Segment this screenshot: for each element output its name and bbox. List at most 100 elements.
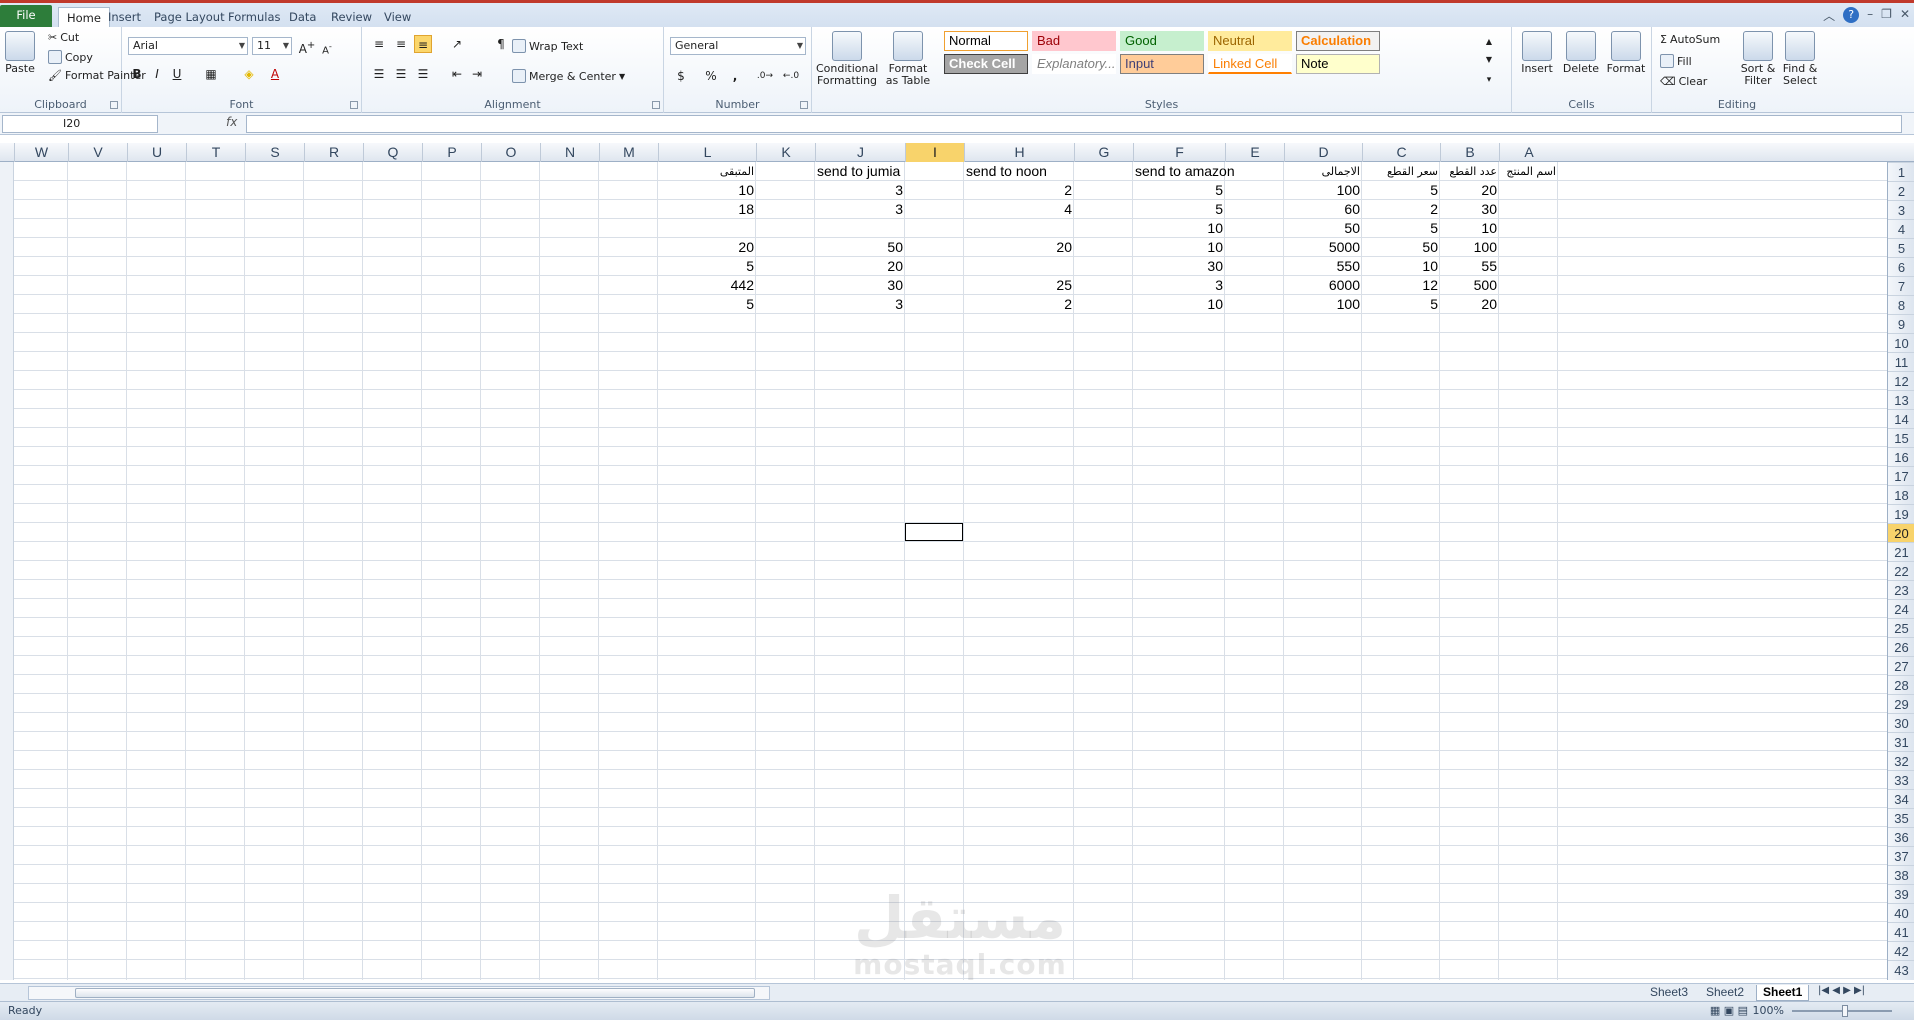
zoom-slider-thumb[interactable] bbox=[1842, 1005, 1848, 1017]
gallery-up-icon[interactable]: ▲ bbox=[1480, 33, 1498, 51]
column-header-r[interactable]: R bbox=[304, 143, 363, 162]
column-header-o[interactable]: O bbox=[481, 143, 540, 162]
row-header-29[interactable]: 29 bbox=[1888, 694, 1914, 713]
italic-button[interactable]: I bbox=[148, 65, 166, 83]
column-header-m[interactable]: M bbox=[599, 143, 658, 162]
cell-d8[interactable]: 100 bbox=[1284, 295, 1362, 314]
view-buttons[interactable]: ▦ ▣ ▤ bbox=[1710, 1004, 1748, 1017]
cell-h3[interactable]: 4 bbox=[964, 200, 1074, 219]
row-header-28[interactable]: 28 bbox=[1888, 675, 1914, 694]
cell-f6[interactable]: 30 bbox=[1133, 257, 1225, 276]
cell-f5[interactable]: 10 bbox=[1133, 238, 1225, 257]
row-header-12[interactable]: 12 bbox=[1888, 371, 1914, 390]
cell-b4[interactable]: 10 bbox=[1440, 219, 1499, 238]
column-header-l[interactable]: L bbox=[658, 143, 756, 162]
cell-l3[interactable]: 18 bbox=[658, 200, 756, 219]
cell-h7[interactable]: 25 bbox=[964, 276, 1074, 295]
row-header-11[interactable]: 11 bbox=[1888, 352, 1914, 371]
align-top-icon[interactable]: ≡ bbox=[370, 35, 388, 53]
tab-data[interactable]: Data bbox=[281, 7, 324, 29]
cell-style-linked-cell[interactable]: Linked Cell bbox=[1208, 54, 1292, 74]
row-header-33[interactable]: 33 bbox=[1888, 770, 1914, 789]
cell-b7[interactable]: 500 bbox=[1440, 276, 1499, 295]
gallery-more-icon[interactable]: ▾ bbox=[1480, 71, 1498, 89]
cell-d5[interactable]: 5000 bbox=[1284, 238, 1362, 257]
currency-icon[interactable]: $ bbox=[672, 67, 690, 85]
row-header-26[interactable]: 26 bbox=[1888, 637, 1914, 656]
bold-button[interactable]: B bbox=[128, 65, 146, 83]
row-header-21[interactable]: 21 bbox=[1888, 542, 1914, 561]
cell-f2[interactable]: 5 bbox=[1133, 181, 1225, 200]
column-header-a[interactable]: A bbox=[1499, 143, 1558, 162]
tab-file[interactable]: File bbox=[0, 5, 52, 29]
cell-h2[interactable]: 2 bbox=[964, 181, 1074, 200]
grow-font-icon[interactable]: A+ bbox=[298, 37, 316, 56]
row-header-1[interactable]: 1 bbox=[1888, 162, 1914, 181]
row-header-3[interactable]: 3 bbox=[1888, 200, 1914, 219]
cell-c2[interactable]: 5 bbox=[1362, 181, 1440, 200]
align-left-icon[interactable]: ☰ bbox=[370, 65, 388, 83]
increase-decimal-icon[interactable]: .0→ bbox=[756, 67, 774, 85]
tab-view[interactable]: View bbox=[376, 7, 419, 29]
column-header-s[interactable]: S bbox=[245, 143, 304, 162]
merge-center-button[interactable]: Merge & Center ▼ bbox=[512, 69, 625, 83]
horizontal-scroll-thumb[interactable] bbox=[75, 988, 755, 998]
vertical-scrollbar[interactable] bbox=[0, 162, 14, 980]
formula-input[interactable] bbox=[246, 115, 1902, 133]
delete-cells-button[interactable]: Delete bbox=[1562, 31, 1600, 75]
column-header-p[interactable]: P bbox=[422, 143, 481, 162]
copy-button[interactable]: Copy bbox=[48, 50, 93, 64]
cell-h8[interactable]: 2 bbox=[964, 295, 1074, 314]
cell-d6[interactable]: 550 bbox=[1284, 257, 1362, 276]
cell-d1[interactable]: الاجمالى bbox=[1284, 162, 1362, 181]
row-header-30[interactable]: 30 bbox=[1888, 713, 1914, 732]
row-header-18[interactable]: 18 bbox=[1888, 485, 1914, 504]
row-header-15[interactable]: 15 bbox=[1888, 428, 1914, 447]
cell-c8[interactable]: 5 bbox=[1362, 295, 1440, 314]
text-direction-icon[interactable]: ¶ bbox=[492, 35, 510, 53]
row-header-10[interactable]: 10 bbox=[1888, 333, 1914, 352]
cell-l1[interactable]: المتبقى bbox=[658, 162, 756, 181]
font-dialog-launcher[interactable] bbox=[350, 101, 358, 109]
fill-color-icon[interactable]: ◈ bbox=[240, 65, 258, 83]
row-header-14[interactable]: 14 bbox=[1888, 409, 1914, 428]
cell-b3[interactable]: 30 bbox=[1440, 200, 1499, 219]
tab-formulas[interactable]: Formulas bbox=[220, 7, 289, 29]
shrink-font-icon[interactable]: A- bbox=[318, 37, 336, 56]
cell-l5[interactable]: 20 bbox=[658, 238, 756, 257]
row-header-7[interactable]: 7 bbox=[1888, 276, 1914, 295]
cell-c7[interactable]: 12 bbox=[1362, 276, 1440, 295]
sheet-nav-arrows[interactable]: |◀ ◀ ▶ ▶| bbox=[1818, 985, 1865, 996]
row-header-36[interactable]: 36 bbox=[1888, 827, 1914, 846]
zoom-level[interactable]: 100% bbox=[1753, 1004, 1784, 1017]
borders-icon[interactable]: ▦ bbox=[202, 65, 220, 83]
row-header-41[interactable]: 41 bbox=[1888, 922, 1914, 941]
cell-h5[interactable]: 20 bbox=[964, 238, 1074, 257]
cell-c6[interactable]: 10 bbox=[1362, 257, 1440, 276]
cell-l6[interactable]: 5 bbox=[658, 257, 756, 276]
row-header-34[interactable]: 34 bbox=[1888, 789, 1914, 808]
cell-style-normal[interactable]: Normal bbox=[944, 31, 1028, 51]
cell-b8[interactable]: 20 bbox=[1440, 295, 1499, 314]
tab-insert[interactable]: Insert bbox=[100, 7, 149, 29]
row-header-17[interactable]: 17 bbox=[1888, 466, 1914, 485]
insert-function-icon[interactable]: fx bbox=[226, 115, 237, 129]
conditional-formatting-button[interactable]: Conditional Formatting bbox=[816, 31, 878, 87]
row-header-20[interactable]: 20 bbox=[1888, 523, 1914, 542]
row-header-2[interactable]: 2 bbox=[1888, 181, 1914, 200]
cell-c1[interactable]: سعر القطع bbox=[1362, 162, 1440, 181]
row-header-43[interactable]: 43 bbox=[1888, 960, 1914, 979]
column-header-u[interactable]: U bbox=[127, 143, 186, 162]
column-header-g[interactable]: G bbox=[1074, 143, 1133, 162]
cell-a1[interactable]: اسم المنتج bbox=[1499, 162, 1558, 181]
sheet-tab-sheet3[interactable]: Sheet3 bbox=[1644, 985, 1694, 1001]
column-header-b[interactable]: B bbox=[1440, 143, 1499, 162]
cell-b1[interactable]: عدد القطع bbox=[1440, 162, 1499, 181]
number-dialog-launcher[interactable] bbox=[800, 101, 808, 109]
column-header-k[interactable]: K bbox=[756, 143, 815, 162]
cell-f7[interactable]: 3 bbox=[1133, 276, 1225, 295]
column-header-j[interactable]: J bbox=[815, 143, 905, 162]
align-center-icon[interactable]: ☰ bbox=[392, 65, 410, 83]
cell-style-calculation[interactable]: Calculation bbox=[1296, 31, 1380, 51]
cell-style-good[interactable]: Good bbox=[1120, 31, 1204, 51]
